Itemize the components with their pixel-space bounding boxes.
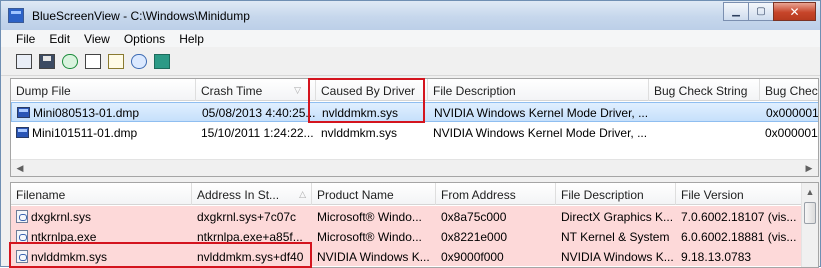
properties-icon [108,54,124,69]
column-address-label: Address In St... [197,188,280,202]
minimize-button[interactable]: ▁ [723,2,749,21]
window-controls: ▁ ▢ ✕ [723,2,816,21]
from-address-cell: 0x8221e000 [441,230,508,244]
address-cell: ntkrnlpa.exe+a85f... [197,230,303,244]
module-row[interactable]: dxgkrnl.sys dxgkrnl.sys+7c07c Microsoft®… [11,206,801,226]
filename-cell: nvlddmkm.sys [11,246,192,266]
file-description-cell: NVIDIA Windows Kernel Mode Driver, ... [434,106,649,120]
module-file-icon [16,250,28,263]
sort-desc-icon: ▽ [294,85,301,95]
column-dump-file[interactable]: Dump File [11,79,196,101]
menu-file[interactable]: File [1,32,42,46]
dump-file-icon [17,107,30,118]
properties-list-icon [16,54,32,69]
dump-file-icon [16,127,29,138]
module-row[interactable]: ntkrnlpa.exe ntkrnlpa.exe+a85f... Micros… [11,226,801,246]
close-button[interactable]: ✕ [773,2,816,21]
find-icon [131,54,147,69]
column-caused-by-driver[interactable]: Caused By Driver [316,79,428,101]
file-version-cell: 6.0.6002.18881 (vis... [681,230,797,244]
column-bug-check-code[interactable]: Bug Chec [760,79,818,101]
caused-by-driver-cell: nvlddmkm.sys [322,106,399,120]
dump-row-selected[interactable]: Mini080513-01.dmp 05/08/2013 4:40:25... … [11,102,819,123]
column-file-description[interactable]: File Description [428,79,649,101]
caused-by-driver-cell: nvlddmkm.sys [321,126,398,140]
from-address-cell: 0x8a75c000 [441,210,507,224]
address-cell: dxgkrnl.sys+7c07c [197,210,297,224]
title-bar[interactable]: BlueScreenView - C:\Windows\Minidump ▁ ▢… [1,1,820,30]
dump-file-cell: Mini080513-01.dmp [12,103,197,123]
module-file-icon [16,210,28,223]
filename-cell: dxgkrnl.sys [11,206,192,226]
crash-time-cell: 05/08/2013 4:40:25... [202,106,316,120]
properties-button[interactable] [107,53,125,71]
file-description-cell: NT Kernel & System [561,230,670,244]
properties-list-button[interactable] [15,53,33,71]
product-name-cell: NVIDIA Windows K... [317,250,430,264]
refresh-icon [62,54,78,69]
maximize-button[interactable]: ▢ [748,2,774,21]
exit-icon [154,54,170,69]
scroll-up-icon[interactable]: ▲ [803,185,817,199]
from-address-cell: 0x9000f000 [441,250,504,264]
file-description-cell: DirectX Graphics K... [561,210,674,224]
filename-cell: ntkrnlpa.exe [11,226,192,246]
column-crash-time-label: Crash Time [201,84,263,98]
horizontal-scrollbar[interactable]: ◀ ▶ [11,159,818,176]
dump-list-header: Dump File Crash Time ▽ Caused By Driver … [11,79,818,101]
module-list-header: Filename Address In St... △ Product Name… [11,183,801,205]
sort-asc-icon: △ [299,189,306,199]
bug-check-string-cell [649,122,760,142]
save-button[interactable] [38,53,56,71]
address-cell: nvlddmkm.sys+df40 [197,250,304,264]
app-window: BlueScreenView - C:\Windows\Minidump ▁ ▢… [0,0,821,268]
file-description-cell: NVIDIA Windows K... [561,250,674,264]
column-crash-time[interactable]: Crash Time ▽ [196,79,316,101]
module-row-highlighted[interactable]: nvlddmkm.sys nvlddmkm.sys+df40 NVIDIA Wi… [11,246,801,266]
crash-time-cell: 15/10/2011 1:24:22... [201,126,314,140]
copy-icon [85,54,101,69]
module-list[interactable]: Filename Address In St... △ Product Name… [10,182,819,268]
column-bug-check-string[interactable]: Bug Check String [649,79,760,101]
module-file-icon [16,230,28,243]
menu-view[interactable]: View [77,32,117,46]
menu-options[interactable]: Options [117,32,172,46]
column-from-address[interactable]: From Address [436,183,556,205]
column-address-in-stack[interactable]: Address In St... △ [192,183,312,205]
menu-bar: File Edit View Options Help [1,30,820,47]
scroll-left-icon[interactable]: ◀ [13,162,27,174]
product-name-cell: Microsoft® Windo... [317,210,422,224]
bug-check-code-cell: 0x0000011 [766,106,819,120]
copy-button[interactable] [84,53,102,71]
dump-row[interactable]: Mini101511-01.dmp 15/10/2011 1:24:22... … [11,122,818,142]
exit-button[interactable] [153,53,171,71]
column-file-version[interactable]: File Version [676,183,801,205]
window-title: BlueScreenView - C:\Windows\Minidump [32,9,250,23]
refresh-button[interactable] [61,53,79,71]
file-description-cell: NVIDIA Windows Kernel Mode Driver, ... [433,126,648,140]
dump-file-cell: Mini101511-01.dmp [11,122,196,142]
column-product-name[interactable]: Product Name [312,183,436,205]
scroll-thumb[interactable] [804,202,816,224]
menu-edit[interactable]: Edit [42,32,77,46]
menu-help[interactable]: Help [172,32,211,46]
vertical-scrollbar[interactable]: ▲ [801,183,818,267]
bug-check-string-cell [650,103,761,123]
toolbar [1,48,820,76]
file-version-cell: 7.0.6002.18107 (vis... [681,210,797,224]
scroll-right-icon[interactable]: ▶ [802,162,816,174]
column-filename[interactable]: Filename [11,183,192,205]
save-icon [39,54,55,69]
file-version-cell: 9.18.13.0783 [681,250,752,264]
dump-file-list[interactable]: Dump File Crash Time ▽ Caused By Driver … [10,78,819,177]
bug-check-code-cell: 0x0000011 [765,126,818,140]
app-icon [8,8,24,23]
product-name-cell: Microsoft® Windo... [317,230,422,244]
find-button[interactable] [130,53,148,71]
column-file-description[interactable]: File Description [556,183,676,205]
